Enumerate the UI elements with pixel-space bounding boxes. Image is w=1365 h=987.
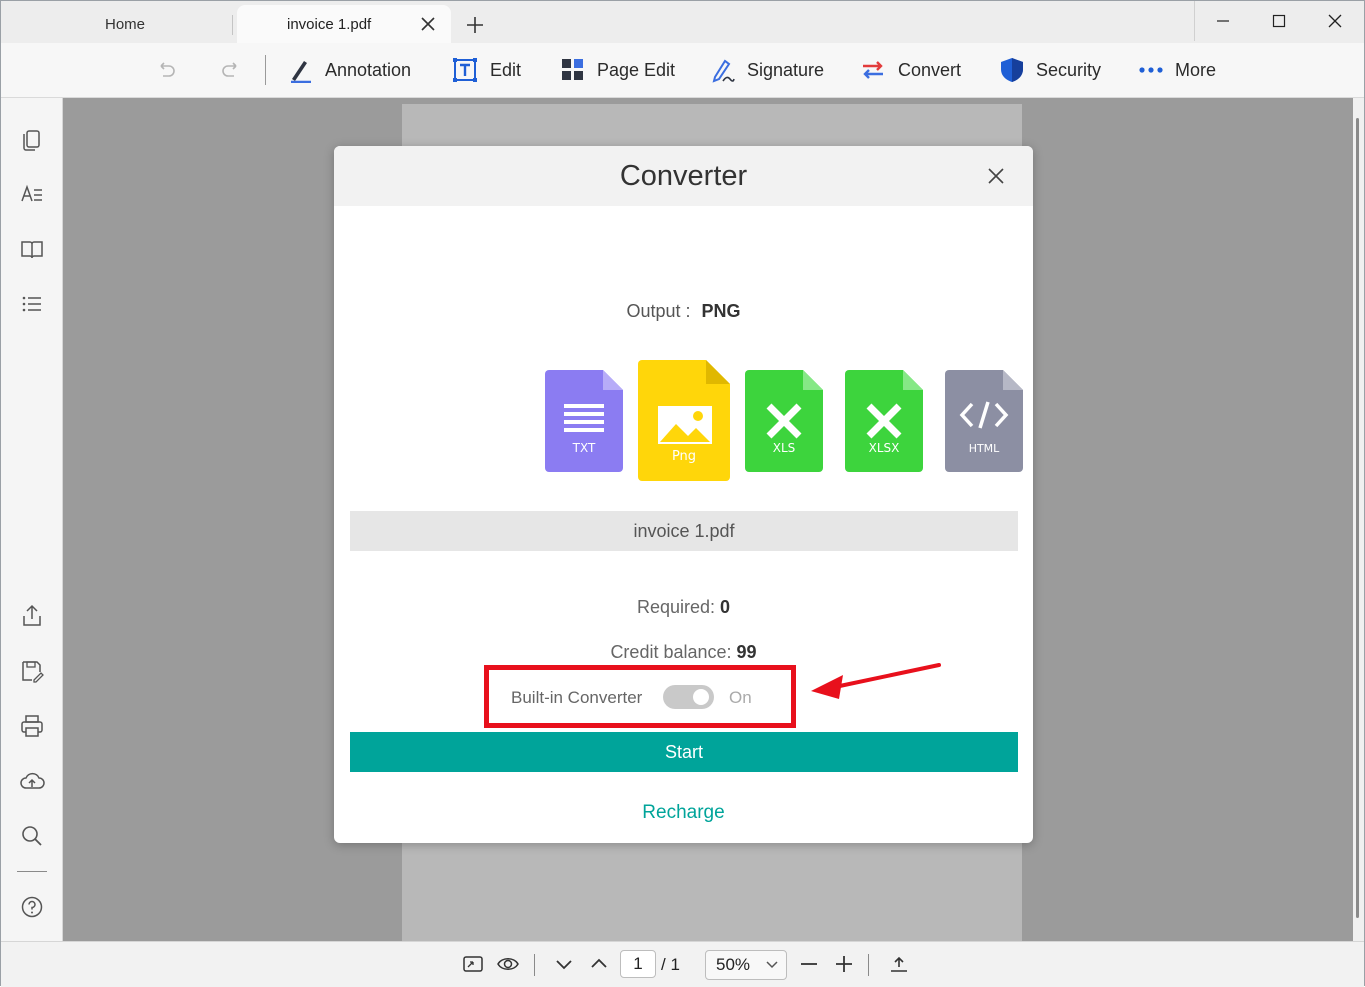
required-label: Required: xyxy=(636,597,715,617)
required-credits: Required: 0 xyxy=(334,597,1033,618)
close-window-button[interactable] xyxy=(1307,1,1363,41)
maximize-button[interactable] xyxy=(1251,1,1307,41)
start-button[interactable]: Start xyxy=(350,732,1018,772)
save-as-icon[interactable] xyxy=(19,658,45,684)
page-total: / 1 xyxy=(661,955,680,974)
scrollbar-thumb[interactable] xyxy=(1356,118,1359,918)
share-icon[interactable] xyxy=(19,603,45,629)
edit-label: Edit xyxy=(490,59,522,80)
annotation-label: Annotation xyxy=(325,59,412,80)
format-xls-option[interactable]: XLS xyxy=(745,370,823,472)
format-xls-label: XLS xyxy=(773,441,796,455)
list-icon[interactable] xyxy=(19,291,45,317)
converter-dialog: Converter Output : PNG TXT Png XLS XLSX … xyxy=(334,146,1033,843)
previous-page-icon[interactable] xyxy=(587,952,611,976)
eye-icon[interactable] xyxy=(496,952,520,976)
convert-arrows-icon xyxy=(863,61,883,79)
print-icon[interactable] xyxy=(19,713,45,739)
chevron-down-icon xyxy=(766,961,778,969)
credit-balance: Credit balance: 99 xyxy=(334,642,1033,663)
signature-button[interactable]: Signature xyxy=(711,43,824,97)
output-value: PNG xyxy=(701,301,741,321)
security-button[interactable]: Security xyxy=(1000,43,1101,97)
redo-icon[interactable] xyxy=(218,57,244,83)
zoom-in-icon[interactable] xyxy=(832,952,856,976)
sidebar-divider xyxy=(17,871,47,872)
pen-icon xyxy=(291,61,311,83)
dialog-title: Converter xyxy=(619,160,748,192)
credit-label: Credit balance: xyxy=(610,642,732,662)
new-tab-icon[interactable] xyxy=(463,13,487,37)
minimize-icon xyxy=(1217,20,1229,22)
fit-page-icon[interactable] xyxy=(461,952,485,976)
status-divider xyxy=(534,954,535,976)
title-bar: Home invoice 1.pdf xyxy=(1,1,1364,43)
annotation-button[interactable]: Annotation xyxy=(289,43,411,97)
format-txt-option[interactable]: TXT xyxy=(545,370,623,472)
text-box-icon xyxy=(453,58,477,82)
required-value: 0 xyxy=(720,597,731,617)
tab-home-label: Home xyxy=(104,15,145,33)
close-tab-icon[interactable] xyxy=(417,13,439,35)
highlight-box xyxy=(484,665,796,728)
vertical-scrollbar[interactable] xyxy=(1353,98,1364,941)
cloud-upload-icon[interactable] xyxy=(19,768,45,794)
search-icon[interactable] xyxy=(19,823,45,849)
toolbar-divider xyxy=(265,55,266,85)
next-page-icon[interactable] xyxy=(552,952,576,976)
format-png-option[interactable]: Png xyxy=(638,360,730,481)
page-number-input[interactable]: 1 xyxy=(620,950,656,978)
text-recognition-icon[interactable] xyxy=(19,181,45,207)
dialog-close-icon[interactable] xyxy=(985,165,1007,187)
tab-invoice[interactable]: invoice 1.pdf xyxy=(237,5,451,43)
convert-label: Convert xyxy=(898,59,962,80)
signature-pen-icon xyxy=(712,59,735,83)
output-label: Output : xyxy=(626,301,691,321)
shield-icon xyxy=(1001,58,1023,82)
format-txt-label: TXT xyxy=(572,441,596,455)
security-label: Security xyxy=(1036,59,1102,80)
zoom-select[interactable]: 50% xyxy=(705,950,787,980)
page-edit-label: Page Edit xyxy=(597,59,676,80)
main-toolbar: Annotation Edit Page Edit Signature Conv… xyxy=(1,43,1364,98)
convert-button[interactable]: Convert xyxy=(860,43,961,97)
page-edit-button[interactable]: Page Edit xyxy=(561,43,675,97)
signature-label: Signature xyxy=(747,59,825,80)
format-xlsx-option[interactable]: XLSX xyxy=(845,370,923,472)
zoom-out-icon[interactable] xyxy=(797,952,821,976)
format-html-label: HTML xyxy=(969,442,1000,455)
more-label: More xyxy=(1175,59,1217,80)
maximize-icon xyxy=(1272,14,1286,28)
credit-value: 99 xyxy=(736,642,757,662)
format-html-option[interactable]: HTML xyxy=(945,370,1023,472)
scroll-to-top-icon[interactable] xyxy=(887,952,911,976)
status-bar: 1 / 1 50% xyxy=(1,941,1364,987)
left-sidebar xyxy=(1,98,63,941)
close-icon xyxy=(1328,14,1342,28)
recharge-link[interactable]: Recharge xyxy=(334,802,1033,824)
undo-icon[interactable] xyxy=(153,57,179,83)
format-png-label: Png xyxy=(672,449,696,464)
red-arrow-annotation xyxy=(811,663,941,699)
minimize-button[interactable] xyxy=(1195,1,1251,41)
more-button[interactable]: More xyxy=(1139,43,1216,97)
format-xlsx-label: XLSX xyxy=(869,441,900,455)
output-format-line: Output : PNG xyxy=(334,301,1033,322)
pages-thumbnail-icon[interactable] xyxy=(19,126,45,152)
tab-separator xyxy=(232,15,233,35)
grid-icon xyxy=(562,59,583,80)
selected-file: invoice 1.pdf xyxy=(350,511,1018,551)
dots-icon xyxy=(1139,67,1163,73)
app-window: Home invoice 1.pdf Annotation Edit Page … xyxy=(0,0,1365,987)
edit-button[interactable]: Edit xyxy=(452,43,521,97)
tab-home[interactable]: Home xyxy=(21,5,233,43)
tab-invoice-label: invoice 1.pdf xyxy=(287,15,372,33)
help-icon[interactable] xyxy=(19,894,45,920)
book-icon[interactable] xyxy=(19,236,45,262)
zoom-value: 50% xyxy=(716,955,751,974)
status-divider xyxy=(868,954,869,976)
